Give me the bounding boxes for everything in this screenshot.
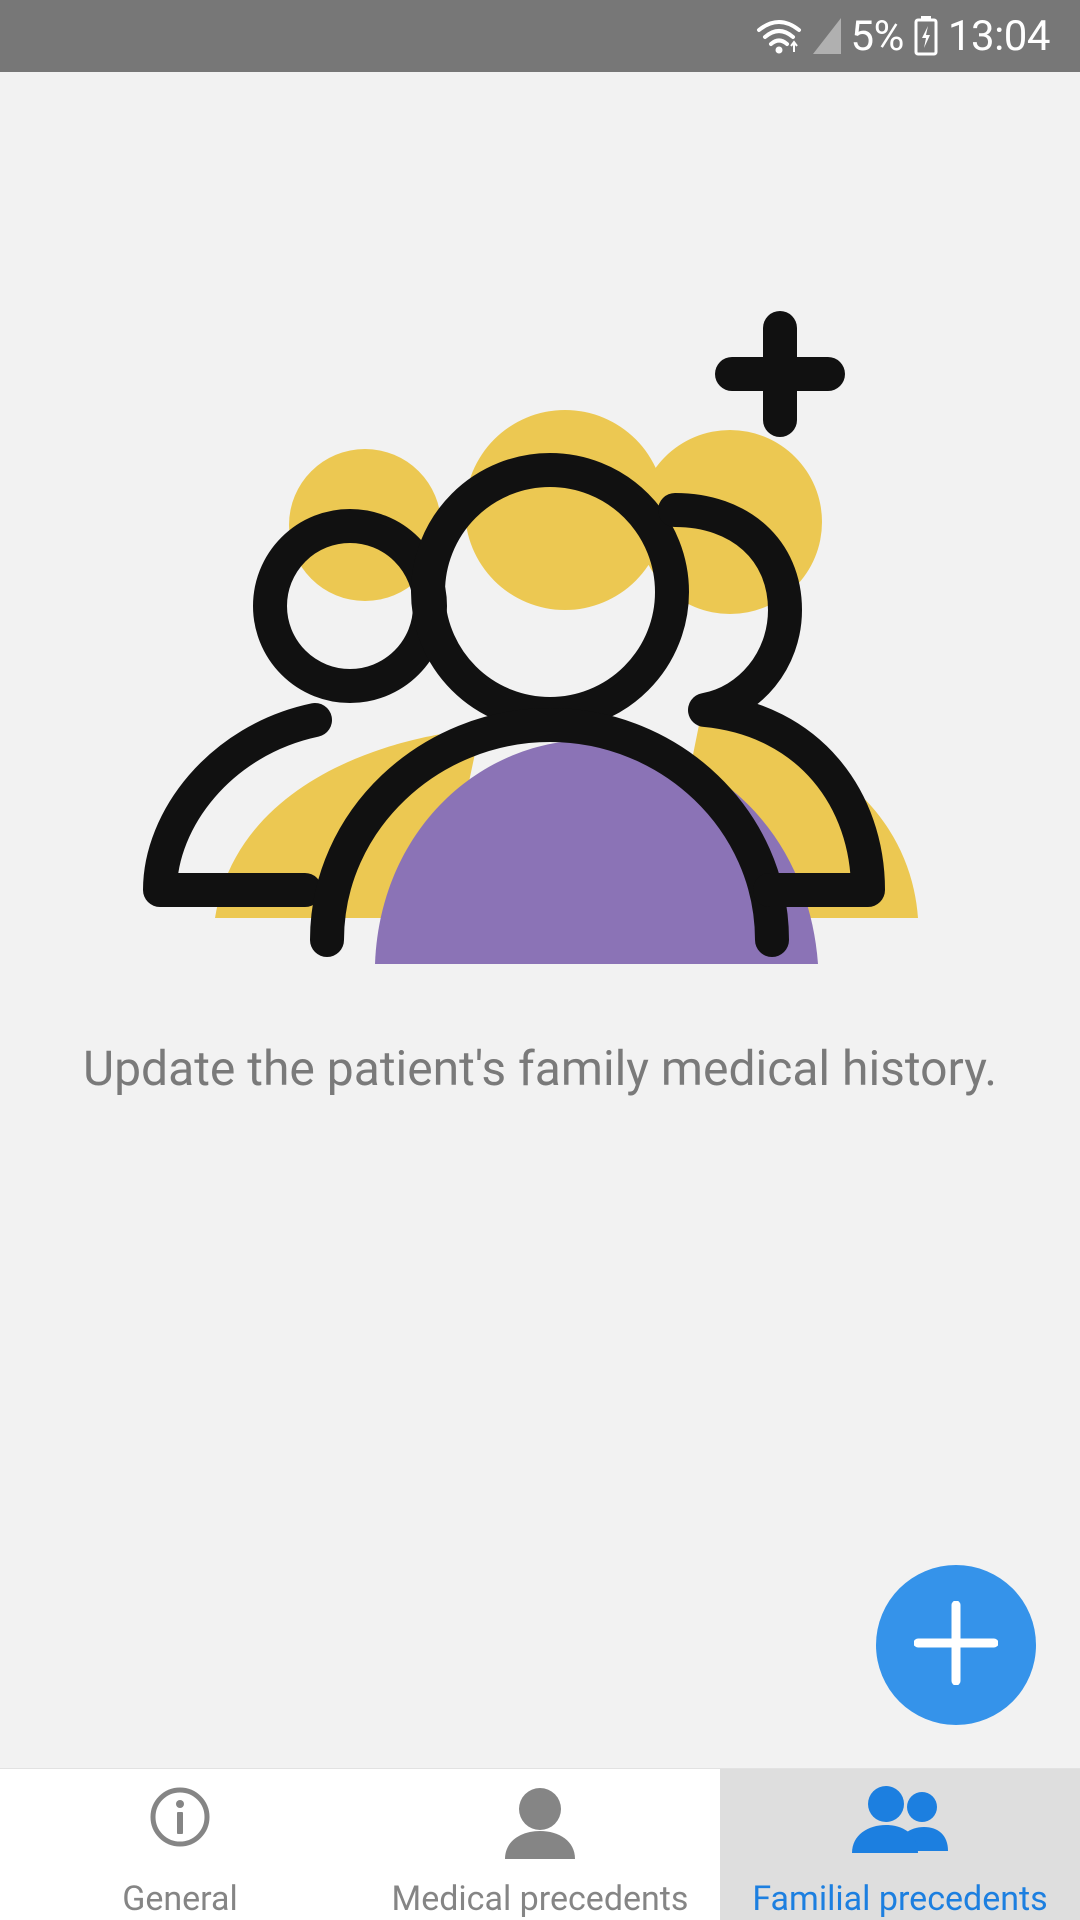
- status-icons: 5% 13:04: [755, 0, 1051, 72]
- tab-familial-precedents-label: Familial precedents: [752, 1879, 1048, 1919]
- tab-medical-precedents[interactable]: Medical precedents: [360, 1769, 720, 1920]
- info-icon: [148, 1785, 212, 1853]
- clock: 13:04: [947, 11, 1051, 61]
- tab-medical-precedents-label: Medical precedents: [391, 1879, 689, 1919]
- signal-icon: [812, 18, 841, 54]
- status-bar: 5% 13:04: [0, 0, 1080, 72]
- empty-state-message: Update the patient's family medical hist…: [82, 1040, 998, 1097]
- battery-icon: [914, 16, 938, 56]
- wifi-icon: [755, 16, 803, 56]
- add-family-history-button[interactable]: [876, 1565, 1036, 1725]
- people-icon: [852, 1785, 948, 1859]
- app-screen: 5% 13:04 Update the patient's family med…: [0, 0, 1080, 1920]
- battery-percent: 5%: [850, 11, 905, 61]
- plus-icon: [913, 1600, 999, 1689]
- tab-general-label: General: [122, 1879, 238, 1919]
- tab-general[interactable]: General: [0, 1769, 360, 1920]
- family-add-illustration: [140, 310, 940, 970]
- bottom-navigation: General Medical precedents Familial prec…: [0, 1768, 1080, 1920]
- person-icon: [501, 1785, 579, 1867]
- tab-familial-precedents[interactable]: Familial precedents: [720, 1769, 1080, 1920]
